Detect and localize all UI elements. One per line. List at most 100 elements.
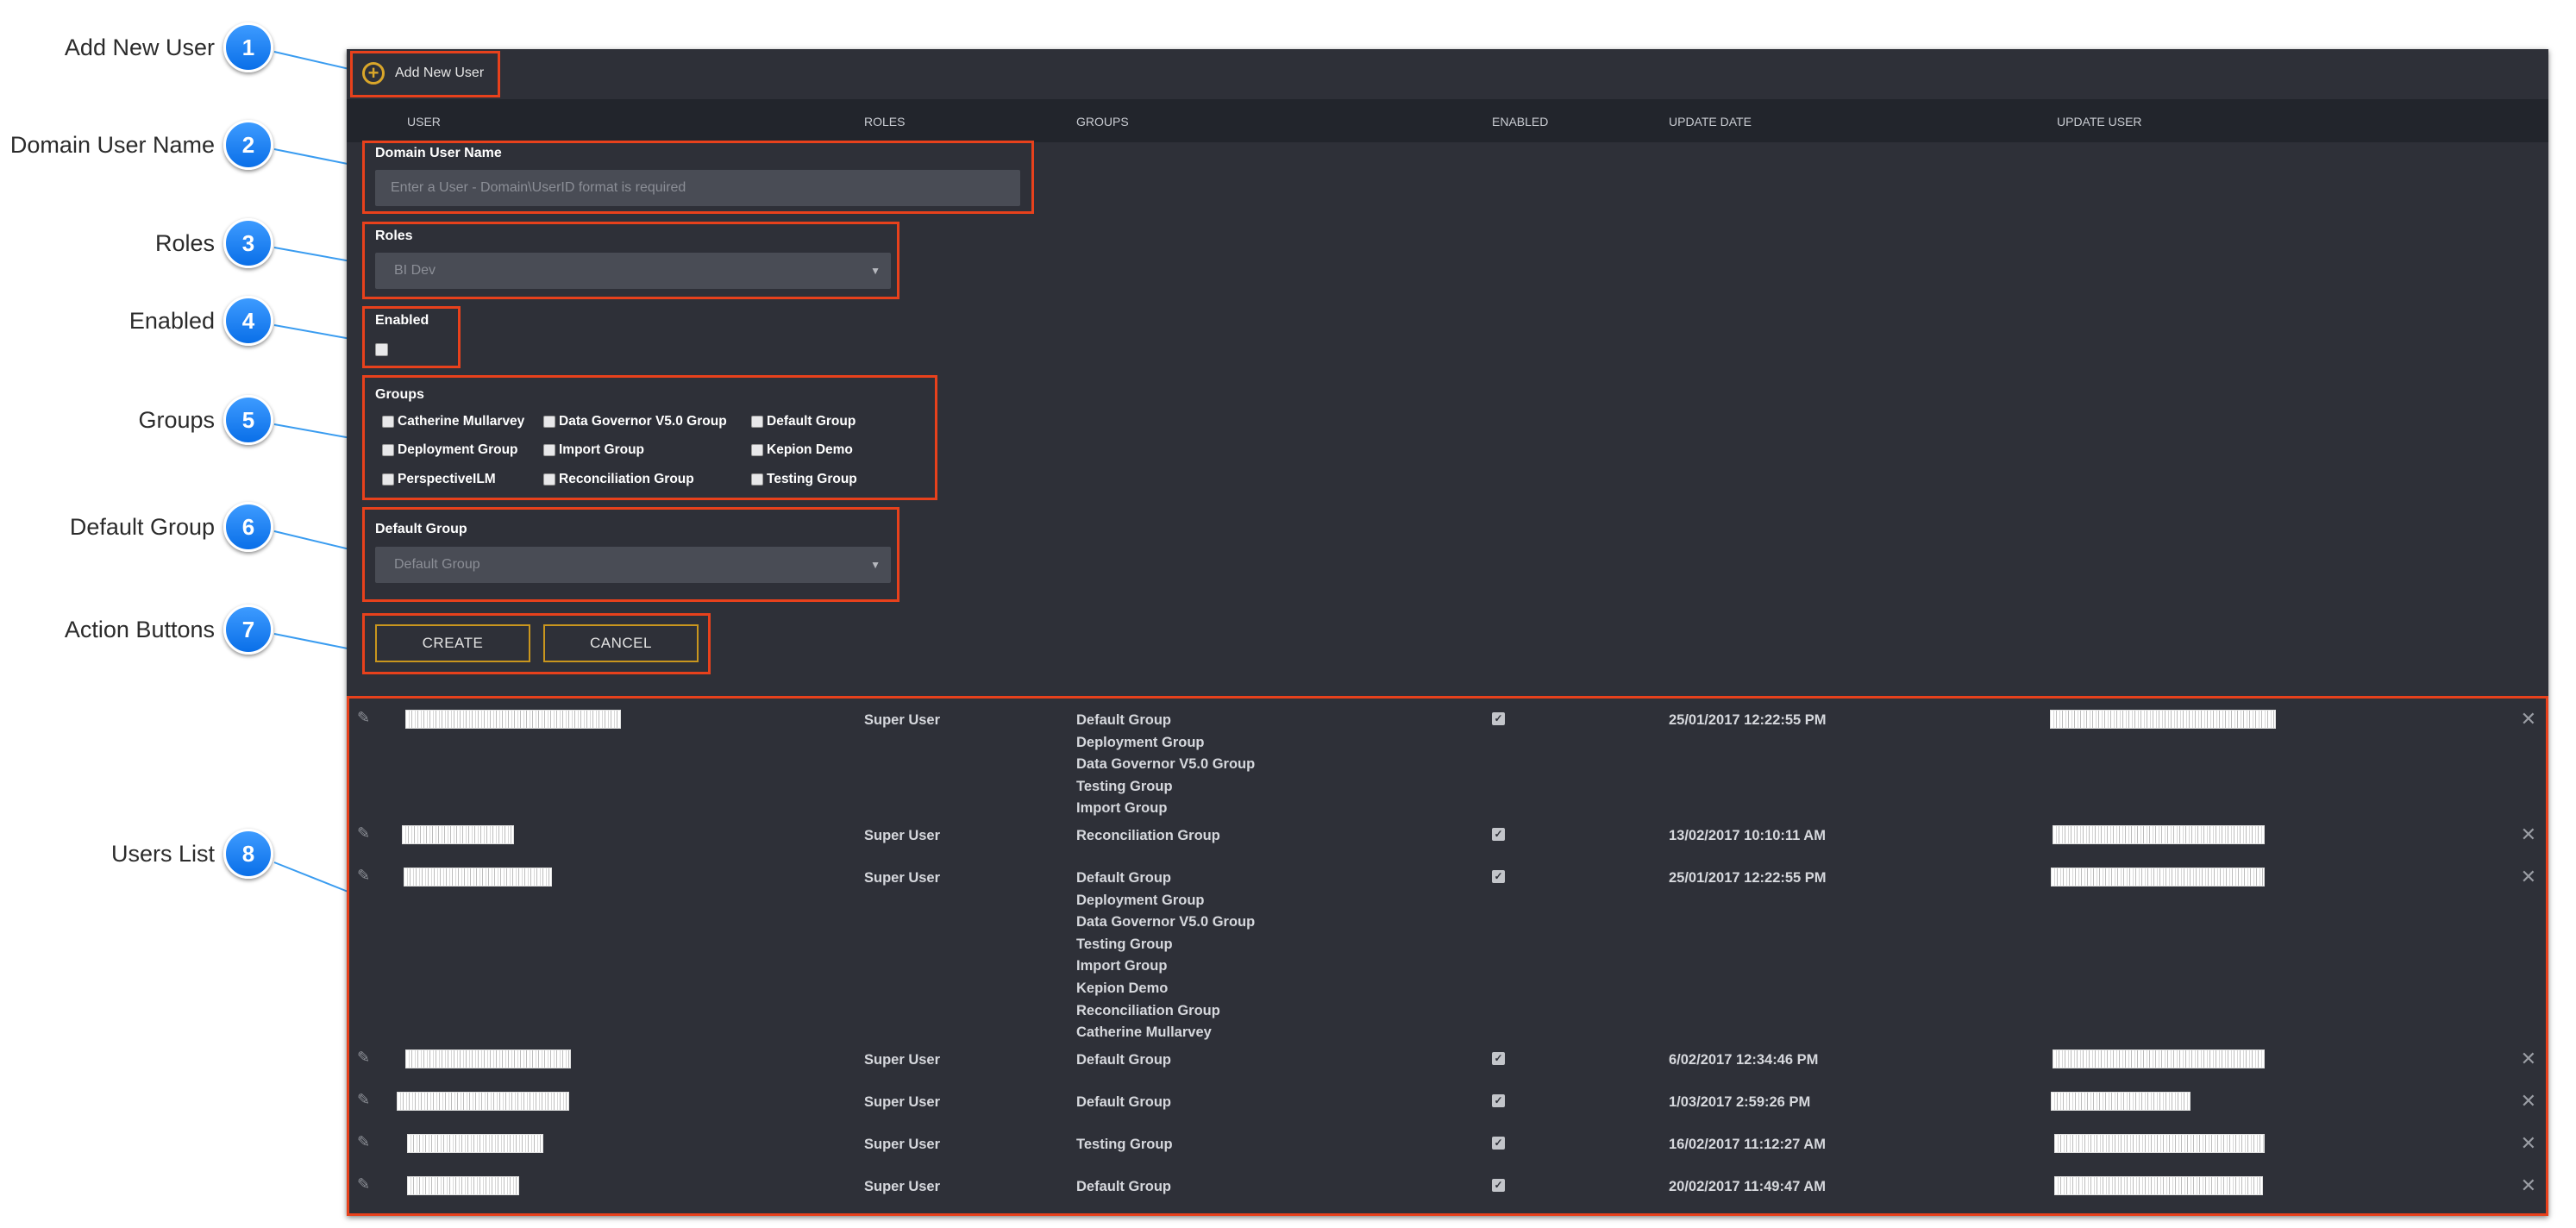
create-button[interactable]: CREATE [375,624,530,662]
user-group-item: Catherine Mullarvey [1076,1024,1212,1041]
callout-number-badge: 1 [223,22,273,72]
cancel-button[interactable]: CANCEL [543,624,699,662]
redacted-update-user [2051,1092,2191,1111]
group-checkbox-perspectiveilm[interactable]: PerspectiveILM [382,472,496,487]
group-option-label: Data Governor V5.0 Group [559,414,727,429]
callout-number-badge: 2 [223,120,273,170]
user-role: Super User [864,712,941,728]
edit-pencil-icon[interactable]: ✎ [357,867,370,885]
roles-label: Roles [375,229,413,243]
redacted-user-name [404,868,552,887]
callout-3: Roles 3 [155,218,273,268]
enabled-checked-icon: ✓ [1492,1052,1505,1065]
delete-x-icon[interactable]: ✕ [2521,1048,2536,1070]
callout-label: Add New User [64,34,215,60]
user-groups: Default Group [1076,1094,1171,1117]
user-group-item: Testing Group [1076,936,1173,952]
group-option-label: PerspectiveILM [398,472,496,486]
group-checkbox-data-governor[interactable]: Data Governor V5.0 Group [543,414,727,429]
edit-pencil-icon[interactable]: ✎ [357,1175,370,1194]
group-checkbox-reconciliation-group[interactable]: Reconciliation Group [543,472,694,487]
column-header-update-date: UPDATE DATE [1669,115,1752,128]
enabled-checked-icon: ✓ [1492,1179,1505,1192]
edit-pencil-icon[interactable]: ✎ [357,709,370,727]
redacted-user-name [405,1049,571,1068]
checkbox-box[interactable] [751,473,763,486]
update-date: 25/01/2017 12:22:55 PM [1669,870,1827,886]
user-role: Super User [864,870,941,886]
group-checkbox-catherine-mullarvey[interactable]: Catherine Mullarvey [382,414,524,429]
enabled-checkbox[interactable] [375,343,388,356]
enabled-label: Enabled [375,313,429,328]
enabled-checked-icon: ✓ [1492,1137,1505,1150]
edit-pencil-icon[interactable]: ✎ [357,824,370,843]
user-group-item: Import Group [1076,800,1168,817]
redacted-user-name [397,1092,569,1111]
redacted-user-name [405,710,621,729]
group-checkbox-testing-group[interactable]: Testing Group [751,472,857,487]
delete-x-icon[interactable]: ✕ [2521,1090,2536,1112]
group-checkbox-deployment-group[interactable]: Deployment Group [382,442,518,458]
update-date: 6/02/2017 12:34:46 PM [1669,1052,1819,1068]
callout-label: Default Group [69,513,215,540]
update-date: 16/02/2017 11:12:27 AM [1669,1137,1826,1152]
redacted-update-user [2051,868,2265,887]
delete-x-icon[interactable]: ✕ [2521,824,2536,846]
group-checkbox-default-group[interactable]: Default Group [751,414,856,429]
group-option-label: Deployment Group [398,442,518,457]
user-role: Super User [864,828,941,843]
delete-x-icon[interactable]: ✕ [2521,708,2536,730]
edit-pencil-icon[interactable]: ✎ [357,1133,370,1151]
add-new-user-button[interactable]: + Add New User [362,62,484,85]
group-checkbox-kepion-demo[interactable]: Kepion Demo [751,442,853,458]
redacted-user-name [407,1134,543,1153]
callout-number-badge: 6 [223,502,273,552]
roles-select[interactable]: BI Dev ▼ [375,253,891,289]
column-header-enabled: ENABLED [1492,115,1549,128]
enabled-checked-icon: ✓ [1492,1094,1505,1107]
callout-5: Groups 5 [138,395,273,445]
default-group-label: Default Group [375,522,467,536]
user-group-item: Default Group [1076,712,1171,728]
redacted-update-user [2053,1049,2265,1068]
delete-x-icon[interactable]: ✕ [2521,1132,2536,1155]
user-group-item: Reconciliation Group [1076,828,1220,843]
column-header-update-user: UPDATE USER [2057,115,2142,128]
callout-label: Users List [110,840,215,867]
user-groups: Default Group [1076,1179,1171,1201]
edit-pencil-icon[interactable]: ✎ [357,1091,370,1109]
callout-number-badge: 3 [223,218,273,268]
checkbox-box[interactable] [543,416,555,428]
checkbox-box[interactable] [543,473,555,486]
enabled-checked-icon: ✓ [1492,870,1505,883]
user-role: Super User [864,1052,941,1068]
edit-pencil-icon[interactable]: ✎ [357,1049,370,1067]
domain-user-name-input[interactable] [375,170,1020,206]
checkbox-box[interactable] [543,444,555,456]
callout-4: Enabled 4 [129,296,273,346]
default-group-select[interactable]: Default Group ▼ [375,547,891,583]
column-header-user: USER [407,115,441,128]
checkbox-box[interactable] [751,444,763,456]
callout-number-badge: 8 [223,829,273,879]
user-management-panel: + Add New User USER ROLES GROUPS ENABLED… [347,49,2548,1216]
group-option-label: Catherine Mullarvey [398,414,525,429]
checkbox-box[interactable] [382,473,394,486]
callout-6: Default Group 6 [70,502,273,552]
callout-label: Enabled [128,307,215,334]
add-new-user-label: Add New User [395,66,485,80]
group-checkbox-import-group[interactable]: Import Group [543,442,644,458]
user-group-item: Data Governor V5.0 Group [1076,756,1256,773]
redacted-user-name [402,825,514,844]
checkbox-box[interactable] [751,416,763,428]
delete-x-icon[interactable]: ✕ [2521,866,2536,888]
plus-circle-icon: + [362,62,385,85]
checkbox-box[interactable] [382,416,394,428]
default-group-selected-value: Default Group [394,557,480,572]
callout-1: Add New User 1 [65,22,273,72]
update-date: 13/02/2017 10:10:11 AM [1669,828,1826,843]
checkbox-box[interactable] [382,444,394,456]
dropdown-arrow-icon: ▼ [870,559,881,571]
delete-x-icon[interactable]: ✕ [2521,1175,2536,1197]
user-group-item: Kepion Demo [1076,980,1169,996]
